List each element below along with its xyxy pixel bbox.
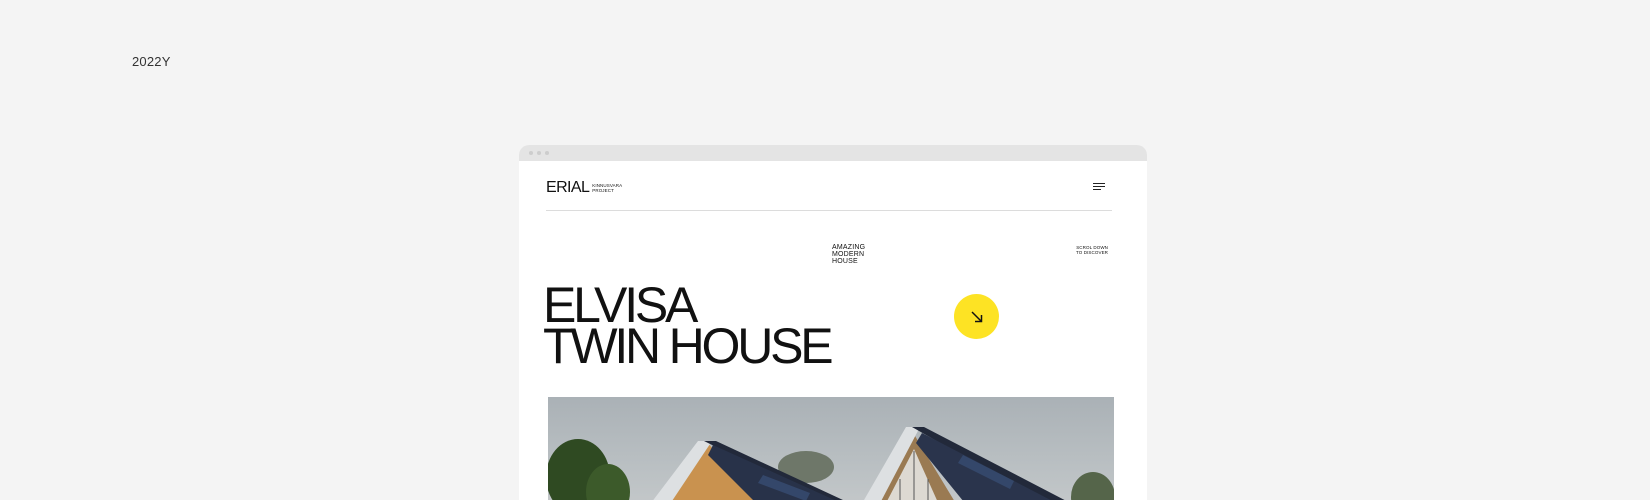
year-label: 2022Y xyxy=(132,54,171,69)
tagline-line: HOUSE xyxy=(832,258,858,265)
scroll-hint-line: TO DISCOVER xyxy=(1076,250,1109,255)
hero-title: ELVISA TWIN HOUSE xyxy=(543,280,834,374)
menu-icon[interactable] xyxy=(1093,181,1107,193)
scroll-hint: SCROL DOWN TO DISCOVER xyxy=(1076,245,1108,255)
logo[interactable]: ERIAL KINNUSVARA PROJECT xyxy=(546,179,622,197)
arrow-down-right-icon xyxy=(970,310,982,322)
logo-subtitle: KINNUSVARA PROJECT xyxy=(592,183,622,193)
logo-wordmark: ERIAL xyxy=(546,178,590,196)
house-illustration xyxy=(548,427,1114,500)
hero-house-image xyxy=(548,397,1114,500)
site-header: ERIAL KINNUSVARA PROJECT xyxy=(546,161,1112,211)
window-dot-icon xyxy=(537,151,541,155)
hero-title-line: TWIN HOUSE xyxy=(543,318,834,374)
window-dot-icon xyxy=(545,151,549,155)
logo-subtitle-line: PROJECT xyxy=(592,187,614,193)
window-title-bar xyxy=(519,145,1147,161)
tagline-line: MODERN xyxy=(832,251,865,258)
tagline-line: AMAZING xyxy=(832,244,866,251)
scroll-down-button[interactable] xyxy=(954,294,999,339)
window-dot-icon xyxy=(529,151,533,155)
tagline: AMAZING MODERN HOUSE xyxy=(832,244,865,265)
browser-window: ERIAL KINNUSVARA PROJECT AMAZING MODERN … xyxy=(519,145,1147,500)
